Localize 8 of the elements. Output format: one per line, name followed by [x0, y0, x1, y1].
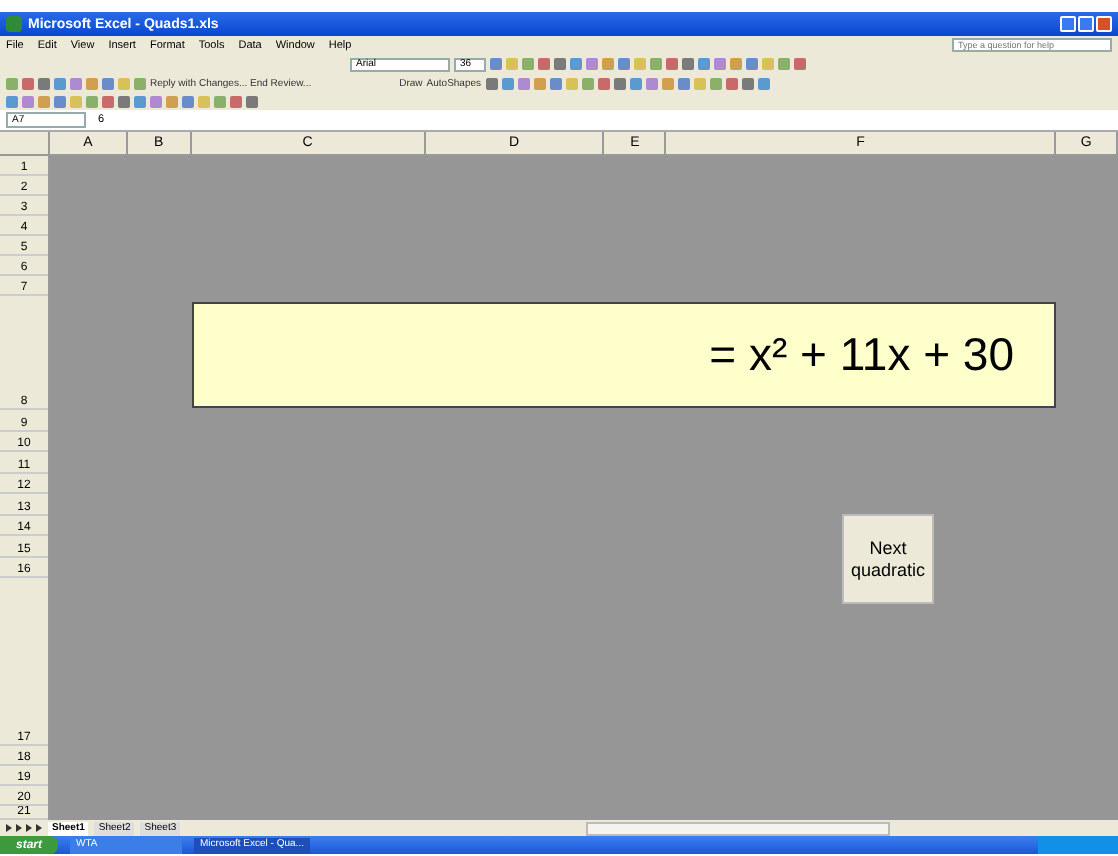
maximize-button[interactable]	[1078, 16, 1094, 32]
excel-icon	[6, 16, 22, 32]
minimize-button[interactable]	[1060, 16, 1076, 32]
next-button[interactable]: Next quadratic	[842, 514, 934, 604]
horizontal-scrollbar[interactable]	[586, 821, 891, 835]
equation-box: = x² + 11x + 30	[192, 302, 1056, 408]
close-button[interactable]	[1096, 16, 1112, 32]
system-tray	[1038, 836, 1118, 854]
